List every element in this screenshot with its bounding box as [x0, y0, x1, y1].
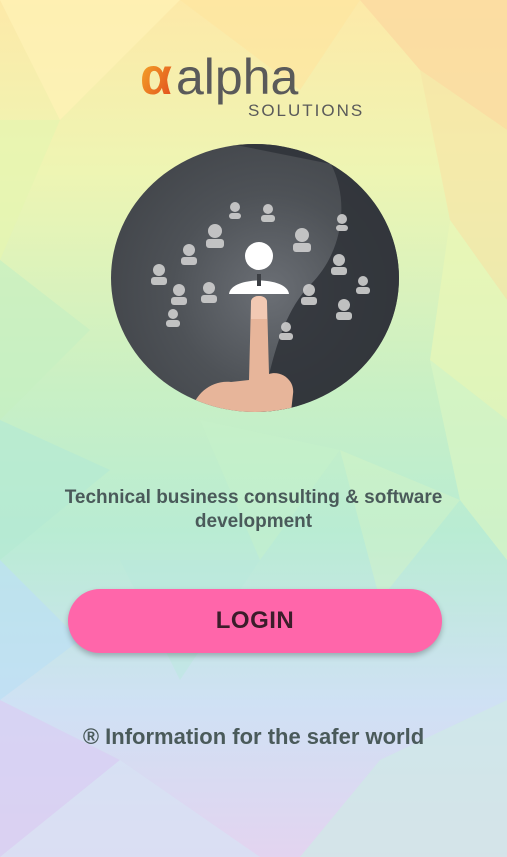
footer-text: ® Information for the safer world: [82, 724, 425, 749]
login-button[interactable]: LOGIN: [68, 589, 442, 653]
hero-image: [111, 144, 399, 412]
tagline: Technical business consulting & software…: [64, 487, 443, 532]
alpha-logo-icon: α alpha SOLUTIONS: [140, 48, 364, 120]
logo-text: alpha: [176, 52, 299, 105]
brand-logo: α alpha SOLUTIONS: [140, 48, 380, 122]
network-people-icon: [151, 144, 399, 412]
logo-a: α: [140, 52, 172, 106]
logo-subtitle: SOLUTIONS: [248, 101, 364, 120]
